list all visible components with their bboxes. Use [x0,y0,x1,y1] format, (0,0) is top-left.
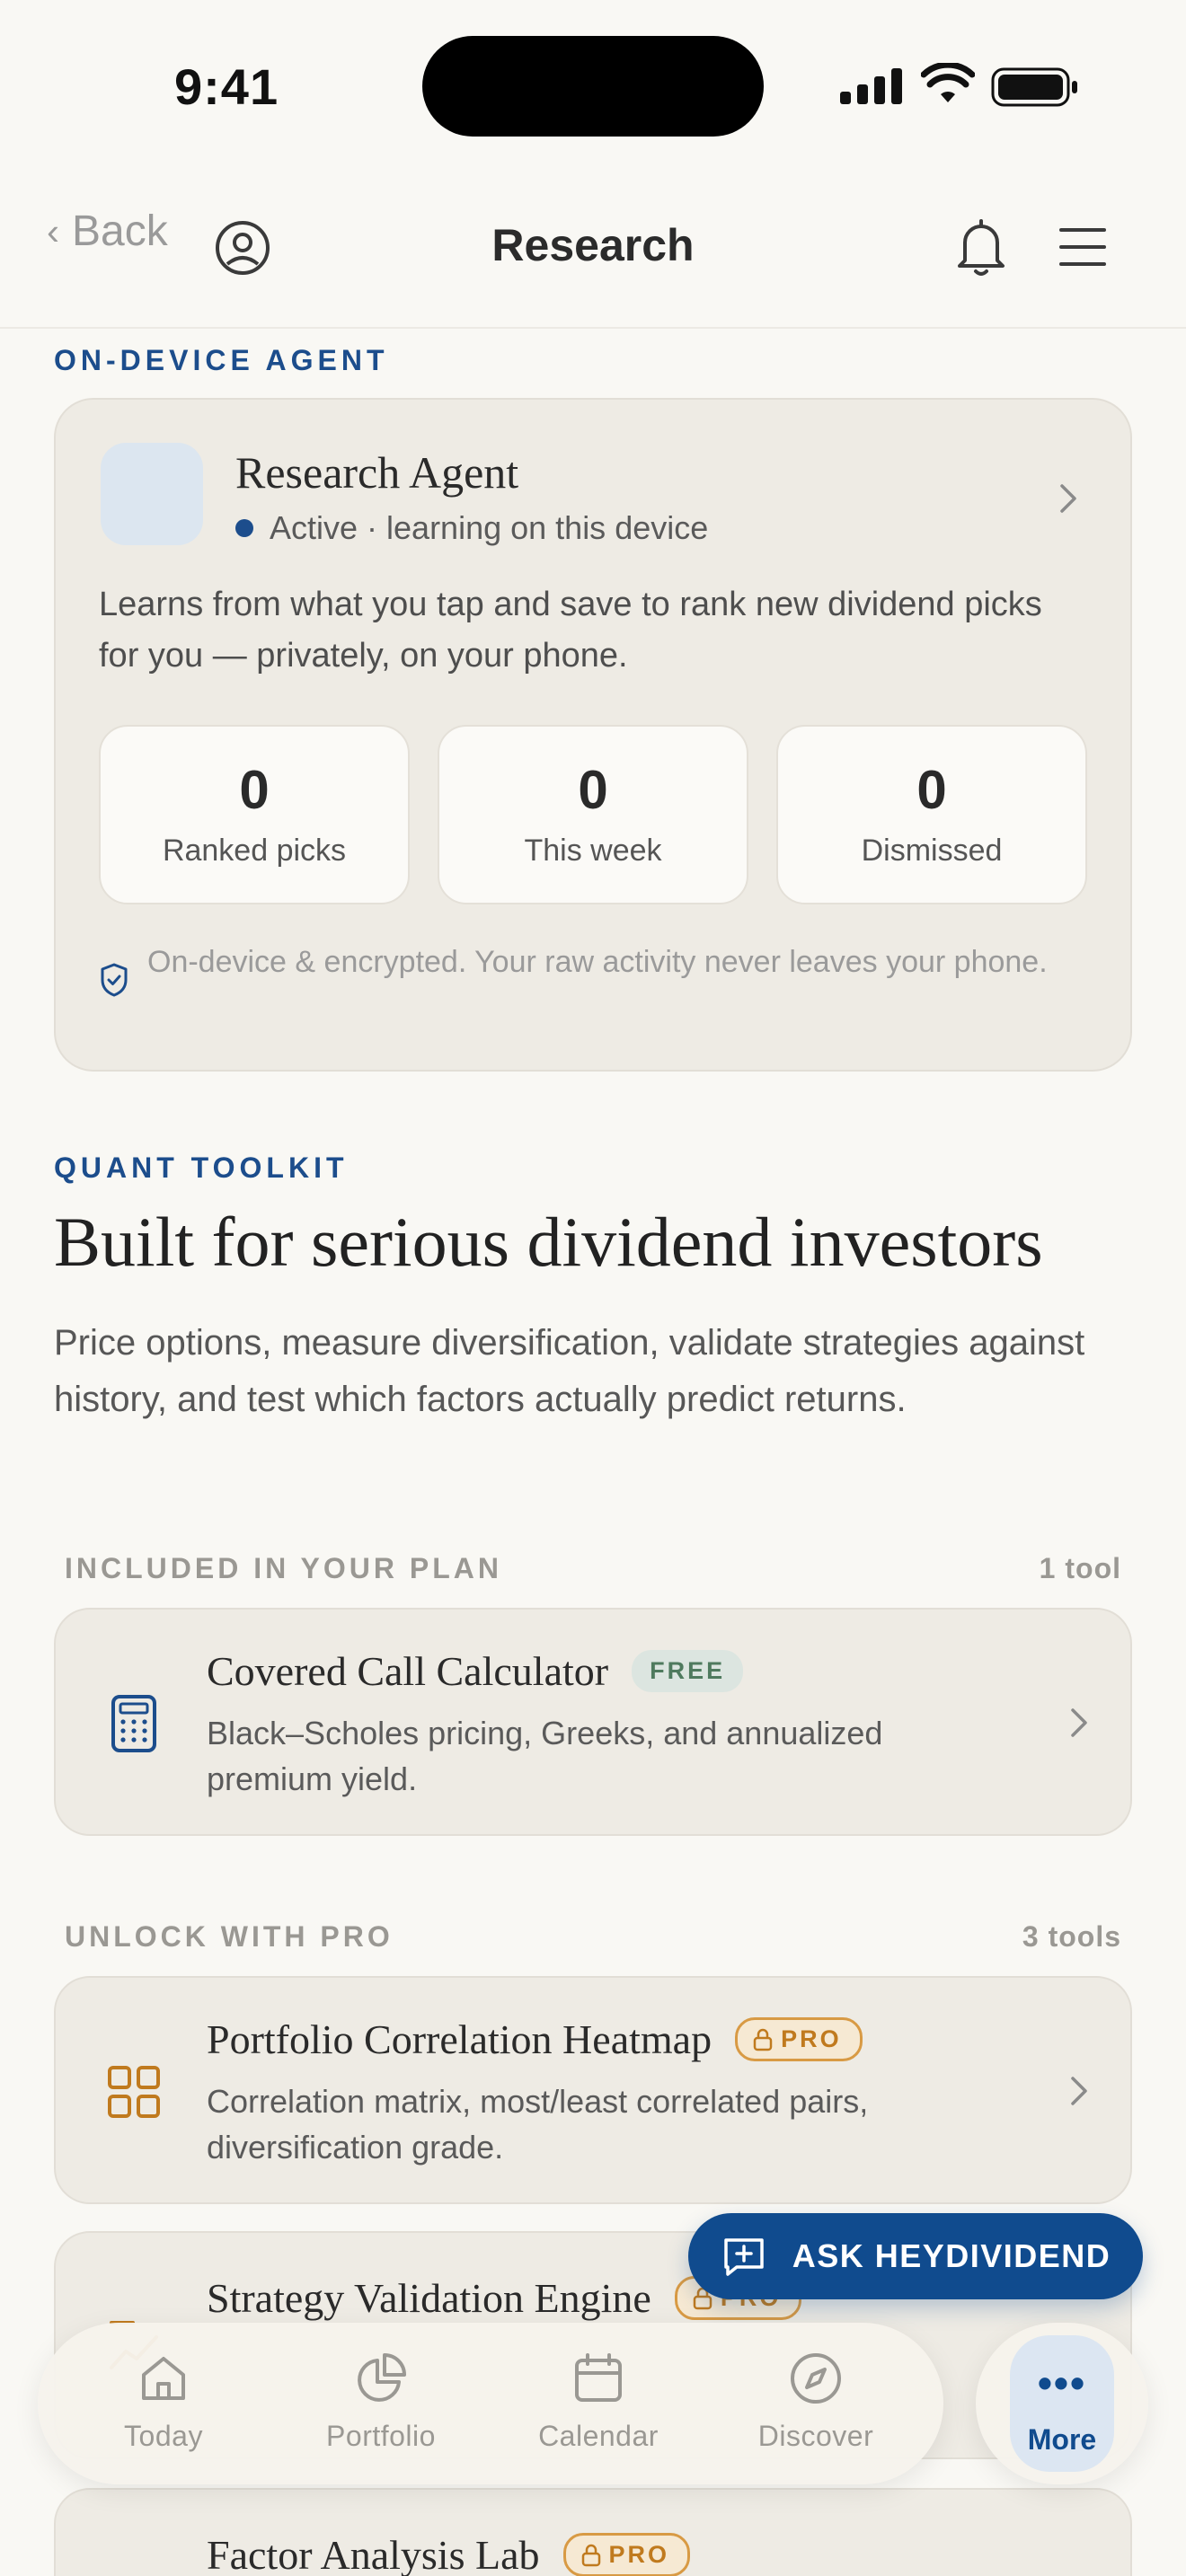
stat-value: 0 [239,760,270,820]
tab-label: Discover [757,2420,874,2452]
included-tool-count: 1 tool [1039,1552,1121,1584]
tool-card-portfolio-correlation-heatmap[interactable]: Portfolio Correlation Heatmap PRO Correl… [54,1976,1132,2204]
stat-dismissed: 0 Dismissed [776,725,1087,904]
tab-today[interactable]: Today [74,2350,253,2453]
toolkit-headline: Built for serious dividend investors [54,1203,1043,1281]
lock-icon [581,2544,600,2566]
compass-icon [791,2353,841,2404]
navigation-bar: ‹ Back Research [0,180,1186,329]
home-icon [142,2357,185,2400]
research-agent-card[interactable]: Research Agent Active · learning on this… [54,398,1132,1072]
tool-title: Portfolio Correlation Heatmap [207,2016,712,2062]
pro-tool-count: 3 tools [1022,1920,1121,1953]
dynamic-island [422,36,764,137]
toolkit-eyebrow: QUANT TOOLKIT [54,1151,349,1184]
included-section-label: INCLUDED IN YOUR PLAN [65,1552,502,1584]
status-dot-icon [235,519,253,537]
tab-discover[interactable]: Discover [726,2350,906,2453]
agent-section-eyebrow: ON-DEVICE AGENT [54,344,389,376]
pro-badge: PRO [735,2017,863,2061]
status-time: 9:41 [174,58,279,115]
tool-card-factor-analysis-lab[interactable]: Factor Analysis Lab PRO [54,2488,1132,2576]
toolkit-subtext: Price options, measure diversification, … [54,1323,1085,1419]
chat-plus-icon [723,2238,764,2276]
agent-status: Active · learning on this device [235,509,708,547]
cellular-signal-icon [840,68,902,104]
tab-bar: Today Portfolio Calendar Discover [38,2323,943,2484]
stat-value: 0 [578,760,608,820]
shield-check-icon [101,963,128,997]
stat-value: 0 [916,760,947,820]
menu-icon[interactable] [1058,225,1107,269]
pro-badge-label: PRO [608,2541,670,2568]
tool-description: Correlation matrix, most/least correlate… [207,2083,869,2166]
calculator-icon [111,1695,156,1752]
tab-label: Calendar [538,2420,659,2452]
privacy-text: On-device & encrypted. Your raw activity… [147,945,1048,979]
more-icon: ••• [1037,2360,1087,2406]
stat-ranked-picks: 0 Ranked picks [99,725,410,904]
tool-title-row: Factor Analysis Lab PRO [207,2531,691,2576]
pro-badge: PRO [562,2533,691,2576]
tab-portfolio[interactable]: Portfolio [291,2350,471,2453]
privacy-note: On-device & encrypted. Your raw activity… [99,940,1087,998]
wifi-icon [921,63,975,102]
free-badge: FREE [632,1650,744,1692]
stat-label: Ranked picks [162,834,347,868]
tool-title: Covered Call Calculator [207,1648,609,1694]
tab-more[interactable]: ••• More [1010,2335,1114,2472]
ask-heydividend-button[interactable]: ASK HEYDIVIDEND [688,2213,1143,2299]
pro-badge-label: PRO [781,2025,842,2052]
tab-calendar[interactable]: Calendar [509,2350,688,2453]
agent-description: Learns from what you tap and save to ran… [99,586,1042,675]
status-bar: 9:41 [0,0,1186,171]
bell-icon[interactable] [954,216,1008,278]
grid-icon [108,2066,160,2118]
stat-label: Dismissed [861,834,1003,868]
agent-status-text: Active · learning on this device [270,509,709,546]
tool-title: Factor Analysis Lab [207,2532,540,2576]
tab-label: Today [124,2420,203,2452]
tool-title: Strategy Validation Engine [207,2275,651,2321]
agent-name: Research Agent [235,447,519,498]
battery-icon [991,67,1077,107]
tool-card-covered-call-calculator[interactable]: Covered Call Calculator FREE Black–Schol… [54,1608,1132,1836]
stat-label: This week [524,834,662,868]
tool-title-row: Portfolio Correlation Heatmap PRO [207,2016,863,2063]
ask-button-label: ASK HEYDIVIDEND [792,2237,1111,2274]
tool-description: Black–Scholes pricing, Greeks, and annua… [207,1715,883,1797]
pro-section-label: UNLOCK WITH PRO [65,1920,394,1953]
pie-chart-icon [358,2353,406,2402]
lock-icon [753,2028,773,2051]
stat-this-week: 0 This week [438,725,748,904]
more-tab-container: ••• More [976,2323,1148,2484]
tab-label: Portfolio [326,2420,436,2452]
chevron-right-icon[interactable] [1066,2073,1093,2109]
chevron-right-icon[interactable] [1066,1705,1093,1741]
page-title: Research [491,220,695,270]
chevron-right-icon[interactable] [1055,481,1082,516]
agent-avatar [101,443,203,545]
calendar-icon [575,2353,622,2402]
tab-label: More [1027,2423,1097,2456]
tool-title-row: Covered Call Calculator FREE [207,1647,744,1695]
